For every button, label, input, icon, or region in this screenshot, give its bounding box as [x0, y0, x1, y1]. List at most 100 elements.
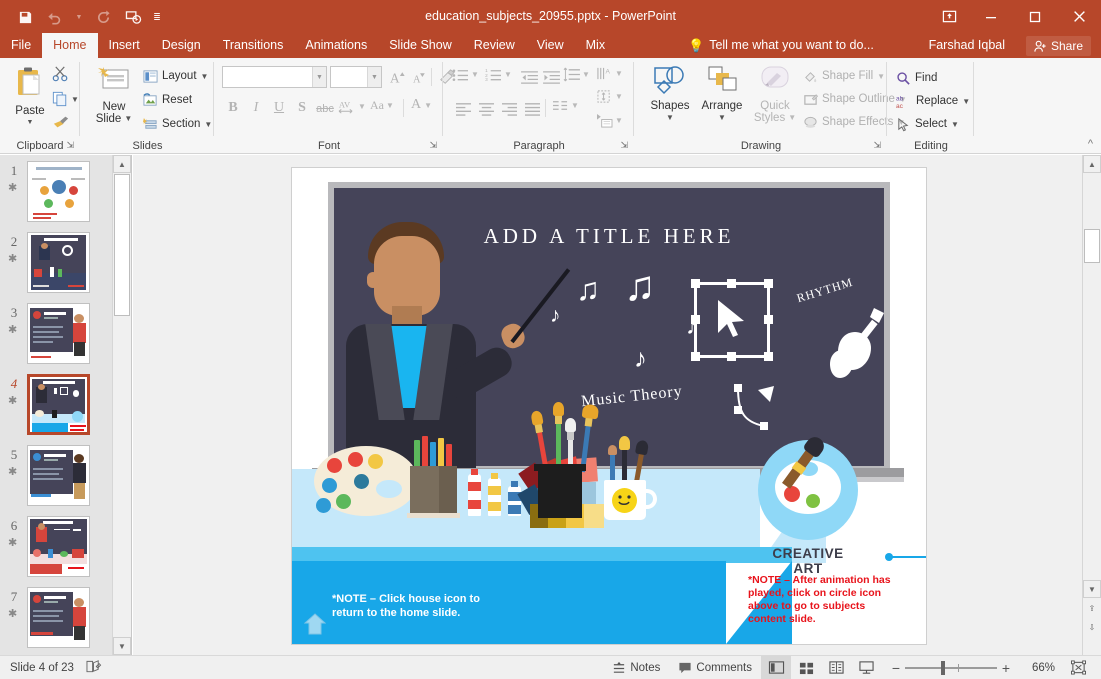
- strikethrough-button[interactable]: abc: [314, 99, 336, 119]
- shrink-font-button[interactable]: A: [409, 68, 431, 88]
- change-case-button[interactable]: Aa ▼: [370, 98, 394, 113]
- layout-button[interactable]: Layout ▼: [143, 66, 208, 86]
- chevron-down-icon[interactable]: ▼: [124, 113, 132, 125]
- arrange-button[interactable]: Arrange ▼: [697, 65, 747, 124]
- chevron-down-icon[interactable]: ▼: [504, 70, 512, 79]
- ribbon-display-options-icon[interactable]: [929, 0, 969, 33]
- minimize-button[interactable]: [969, 0, 1013, 33]
- slide-thumbnail-7[interactable]: 7 ✱: [0, 585, 112, 652]
- zoom-control[interactable]: − +: [881, 656, 1021, 679]
- tab-transitions[interactable]: Transitions: [212, 33, 295, 58]
- shape-fill-button[interactable]: Shape Fill ▼: [803, 66, 885, 86]
- scroll-up-button[interactable]: ▲: [113, 155, 131, 173]
- chevron-down-icon[interactable]: ▼: [358, 102, 366, 111]
- grow-font-button[interactable]: A: [387, 67, 409, 87]
- tab-slide-show[interactable]: Slide Show: [378, 33, 463, 58]
- section-button[interactable]: Section ▼: [143, 114, 212, 134]
- zoom-level-label[interactable]: 66%: [1021, 662, 1055, 674]
- copy-button[interactable]: ▼: [52, 91, 79, 107]
- font-size-value[interactable]: [331, 67, 367, 87]
- scroll-down-button[interactable]: ▼: [113, 637, 131, 655]
- fit-to-window-button[interactable]: [1063, 656, 1093, 679]
- tab-mix[interactable]: Mix: [575, 33, 616, 58]
- chevron-down-icon[interactable]: ▼: [666, 112, 674, 124]
- account-name[interactable]: Farshad Iqbal: [929, 33, 1005, 58]
- previous-slide-button[interactable]: ⇪: [1083, 599, 1101, 617]
- normal-view-button[interactable]: [761, 656, 791, 679]
- notes-button[interactable]: Notes: [603, 656, 669, 679]
- chevron-down-icon[interactable]: ▼: [571, 101, 579, 110]
- comments-button[interactable]: Comments: [669, 656, 761, 679]
- tab-home[interactable]: Home: [42, 33, 97, 58]
- zoom-slider-knob[interactable]: [941, 661, 945, 675]
- slide-sorter-button[interactable]: [791, 656, 821, 679]
- collapse-ribbon-icon[interactable]: ^: [1088, 138, 1093, 150]
- chevron-down-icon[interactable]: ▼: [788, 112, 796, 124]
- zoom-in-button[interactable]: +: [997, 660, 1015, 676]
- chalkboard[interactable]: ADD A TITLE HERE: [334, 188, 884, 466]
- notes-page-icon[interactable]: [86, 659, 102, 677]
- chevron-down-icon[interactable]: ▼: [718, 112, 726, 124]
- text-direction-button[interactable]: A ▼: [596, 66, 623, 81]
- main-vertical-scrollbar[interactable]: ▲ ▼ ⇪ ⇩: [1082, 155, 1101, 655]
- chevron-down-icon[interactable]: ▼: [71, 95, 79, 104]
- align-right-button[interactable]: [498, 98, 520, 118]
- font-name-combo[interactable]: ▼: [222, 66, 327, 88]
- chevron-down-icon[interactable]: ▼: [962, 97, 970, 106]
- clipboard-dialog-launcher[interactable]: ⇲: [66, 140, 74, 151]
- tab-view[interactable]: View: [526, 33, 575, 58]
- tab-animations[interactable]: Animations: [294, 33, 378, 58]
- tab-insert[interactable]: Insert: [98, 33, 151, 58]
- cut-button[interactable]: [52, 65, 69, 85]
- underline-button[interactable]: U: [268, 98, 290, 118]
- chevron-down-icon[interactable]: ▼: [615, 92, 623, 101]
- numbering-button[interactable]: 123 ▼: [485, 67, 512, 82]
- thumbnail-panel-scrollbar[interactable]: ▲ ▼: [112, 155, 131, 655]
- format-painter-button[interactable]: [52, 114, 70, 133]
- reading-view-button[interactable]: [821, 656, 851, 679]
- close-button[interactable]: [1057, 0, 1101, 33]
- increase-indent-button[interactable]: [540, 67, 562, 87]
- chevron-down-icon[interactable]: ▼: [386, 101, 394, 110]
- bullets-button[interactable]: ▼: [452, 67, 479, 82]
- convert-to-smartart-button[interactable]: ▼: [596, 113, 623, 128]
- font-color-button[interactable]: A ▼: [411, 97, 432, 113]
- slide-thumbnail-3[interactable]: 3 ✱: [0, 301, 112, 368]
- zoom-slider-track[interactable]: [905, 656, 997, 679]
- align-center-button[interactable]: [475, 98, 497, 118]
- chevron-down-icon[interactable]: ▼: [877, 72, 885, 81]
- new-slide-button[interactable]: New Slide ▼: [90, 66, 138, 125]
- chevron-down-icon[interactable]: ▼: [27, 117, 34, 129]
- slide-thumbnail-6[interactable]: 6 ✱: [0, 514, 112, 581]
- bold-button[interactable]: B: [222, 98, 244, 118]
- tell-me-search[interactable]: 💡 Tell me what you want to do...: [688, 33, 874, 58]
- line-spacing-button[interactable]: ▼: [563, 67, 590, 82]
- slide-thumbnail-2[interactable]: 2 ✱: [0, 230, 112, 297]
- columns-button[interactable]: ▼: [552, 98, 579, 113]
- current-slide[interactable]: ADD A TITLE HERE: [292, 168, 926, 644]
- tab-file[interactable]: File: [0, 33, 42, 58]
- chevron-down-icon[interactable]: ▼: [312, 67, 326, 87]
- quick-styles-button[interactable]: Quick Styles ▼: [752, 65, 798, 124]
- slide-thumbnail-4[interactable]: 4 ✱: [0, 372, 112, 439]
- creative-art-circle-button[interactable]: [758, 440, 858, 540]
- drawing-dialog-launcher[interactable]: ⇲: [873, 140, 881, 151]
- chevron-down-icon[interactable]: ▼: [582, 70, 590, 79]
- font-dialog-launcher[interactable]: ⇲: [429, 140, 437, 151]
- paste-button[interactable]: Paste ▼: [8, 66, 52, 129]
- scrollbar-thumb[interactable]: [1084, 229, 1100, 263]
- character-spacing-button[interactable]: AV ▼: [337, 98, 366, 115]
- slide-thumbnail-5[interactable]: 5 ✱: [0, 443, 112, 510]
- maximize-button[interactable]: [1013, 0, 1057, 33]
- slide-thumbnail-1[interactable]: 1 ✱: [0, 159, 112, 226]
- scroll-down-button[interactable]: ▼: [1083, 580, 1101, 598]
- align-text-button[interactable]: ▼: [596, 89, 623, 104]
- chevron-down-icon[interactable]: ▼: [204, 120, 212, 129]
- align-left-button[interactable]: [452, 98, 474, 118]
- chevron-down-icon[interactable]: ▼: [201, 72, 209, 81]
- tab-review[interactable]: Review: [463, 33, 526, 58]
- slide-show-button[interactable]: [851, 656, 881, 679]
- zoom-out-button[interactable]: −: [887, 660, 905, 676]
- replace-button[interactable]: abac Replace ▼: [896, 91, 970, 111]
- font-name-value[interactable]: [223, 67, 312, 87]
